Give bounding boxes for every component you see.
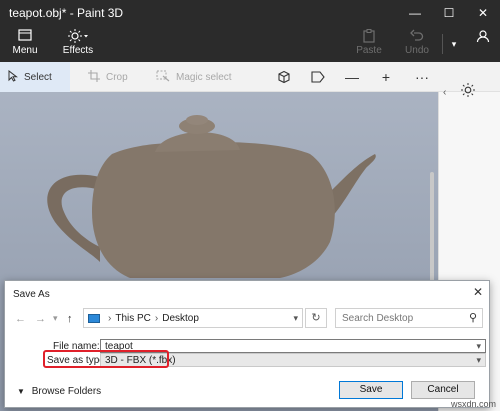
profile-button[interactable] xyxy=(472,26,494,62)
menu-button[interactable]: Menu xyxy=(6,26,44,62)
address-bar[interactable]: › This PC › Desktop ▾ xyxy=(83,308,303,328)
chevron-down-icon: ▼ xyxy=(17,387,25,396)
highlight-box xyxy=(43,350,169,368)
paste-label: Paste xyxy=(356,45,382,56)
magic-select-tool[interactable]: Magic select xyxy=(148,62,240,92)
title-bar: teapot.obj* - Paint 3D — ☐ ✕ xyxy=(0,0,500,26)
3d-object-icon[interactable] xyxy=(272,62,296,92)
more-options-icon[interactable]: ··· xyxy=(410,62,434,92)
browse-folders-toggle[interactable]: ▼ Browse Folders xyxy=(17,386,101,397)
save-type-dropdown-icon[interactable]: ▾ xyxy=(476,355,481,366)
magic-select-icon xyxy=(156,70,170,85)
back-arrow-icon[interactable]: ← xyxy=(15,313,26,325)
magic-select-label: Magic select xyxy=(176,71,232,83)
lighting-sun-icon[interactable] xyxy=(461,83,475,102)
save-button[interactable]: Save xyxy=(339,381,403,399)
recent-dropdown-icon[interactable]: ▾ xyxy=(53,313,58,324)
cursor-icon xyxy=(8,69,18,85)
select-tool[interactable]: Select xyxy=(0,62,70,92)
refresh-icon[interactable]: ↻ xyxy=(305,308,327,328)
watermark: wsxdn.com xyxy=(450,399,496,409)
folder-icon xyxy=(6,29,44,45)
zoom-out-icon[interactable]: — xyxy=(340,62,364,92)
ribbon: Menu Effects Paste Undo ▾ xyxy=(0,26,500,62)
crop-tool[interactable]: Crop xyxy=(80,62,140,92)
crop-icon xyxy=(88,69,100,85)
undo-icon xyxy=(400,29,434,45)
effects-button[interactable]: Effects xyxy=(56,26,100,62)
crop-label: Crop xyxy=(106,71,128,83)
address-dropdown-icon[interactable]: ▾ xyxy=(293,313,298,324)
tool-bar: Select Crop Magic select — + ··· xyxy=(0,62,500,92)
menu-label: Menu xyxy=(12,45,38,56)
profile-icon xyxy=(472,29,494,45)
search-placeholder: Search Desktop xyxy=(342,313,414,324)
file-name-dropdown-icon[interactable]: ▾ xyxy=(476,341,481,352)
up-arrow-icon[interactable]: ↑ xyxy=(67,313,73,325)
ribbon-divider xyxy=(442,34,443,54)
search-input[interactable]: Search Desktop ⚲ xyxy=(335,308,483,328)
select-label: Select xyxy=(24,71,52,83)
forward-arrow-icon[interactable]: → xyxy=(35,313,46,325)
paste-button[interactable]: Paste xyxy=(352,26,386,62)
cancel-button[interactable]: Cancel xyxy=(411,381,475,399)
undo-label: Undo xyxy=(405,45,429,56)
collapse-panel-icon[interactable]: ‹ xyxy=(443,87,446,98)
sun-icon xyxy=(56,29,100,45)
clipboard-icon xyxy=(352,29,386,45)
browse-folders-label: Browse Folders xyxy=(31,386,102,397)
close-button[interactable]: ✕ xyxy=(466,0,500,26)
breadcrumb-chevron-icon: › xyxy=(108,312,112,324)
breadcrumb-this-pc[interactable]: This PC xyxy=(115,313,151,324)
window-title: teapot.obj* - Paint 3D xyxy=(9,6,124,20)
dialog-close-icon[interactable]: ✕ xyxy=(473,285,483,299)
zoom-in-icon[interactable]: + xyxy=(374,62,398,92)
search-icon: ⚲ xyxy=(468,312,477,324)
this-pc-icon xyxy=(88,313,100,323)
sticker-flag-icon[interactable] xyxy=(306,62,330,92)
canvas-scrollbar[interactable] xyxy=(430,172,434,282)
breadcrumb-desktop[interactable]: Desktop xyxy=(162,313,199,324)
maximize-button[interactable]: ☐ xyxy=(432,0,466,26)
more-dropdown-icon[interactable]: ▾ xyxy=(446,26,462,62)
breadcrumb-chevron-icon: › xyxy=(154,312,159,324)
save-as-dialog: Save As ✕ ← → ▾ ↑ › This PC › Desktop ▾ … xyxy=(4,280,490,408)
minimize-button[interactable]: — xyxy=(398,0,432,26)
dialog-title: Save As xyxy=(13,289,50,300)
undo-button[interactable]: Undo xyxy=(400,26,434,62)
effects-label: Effects xyxy=(62,45,94,56)
